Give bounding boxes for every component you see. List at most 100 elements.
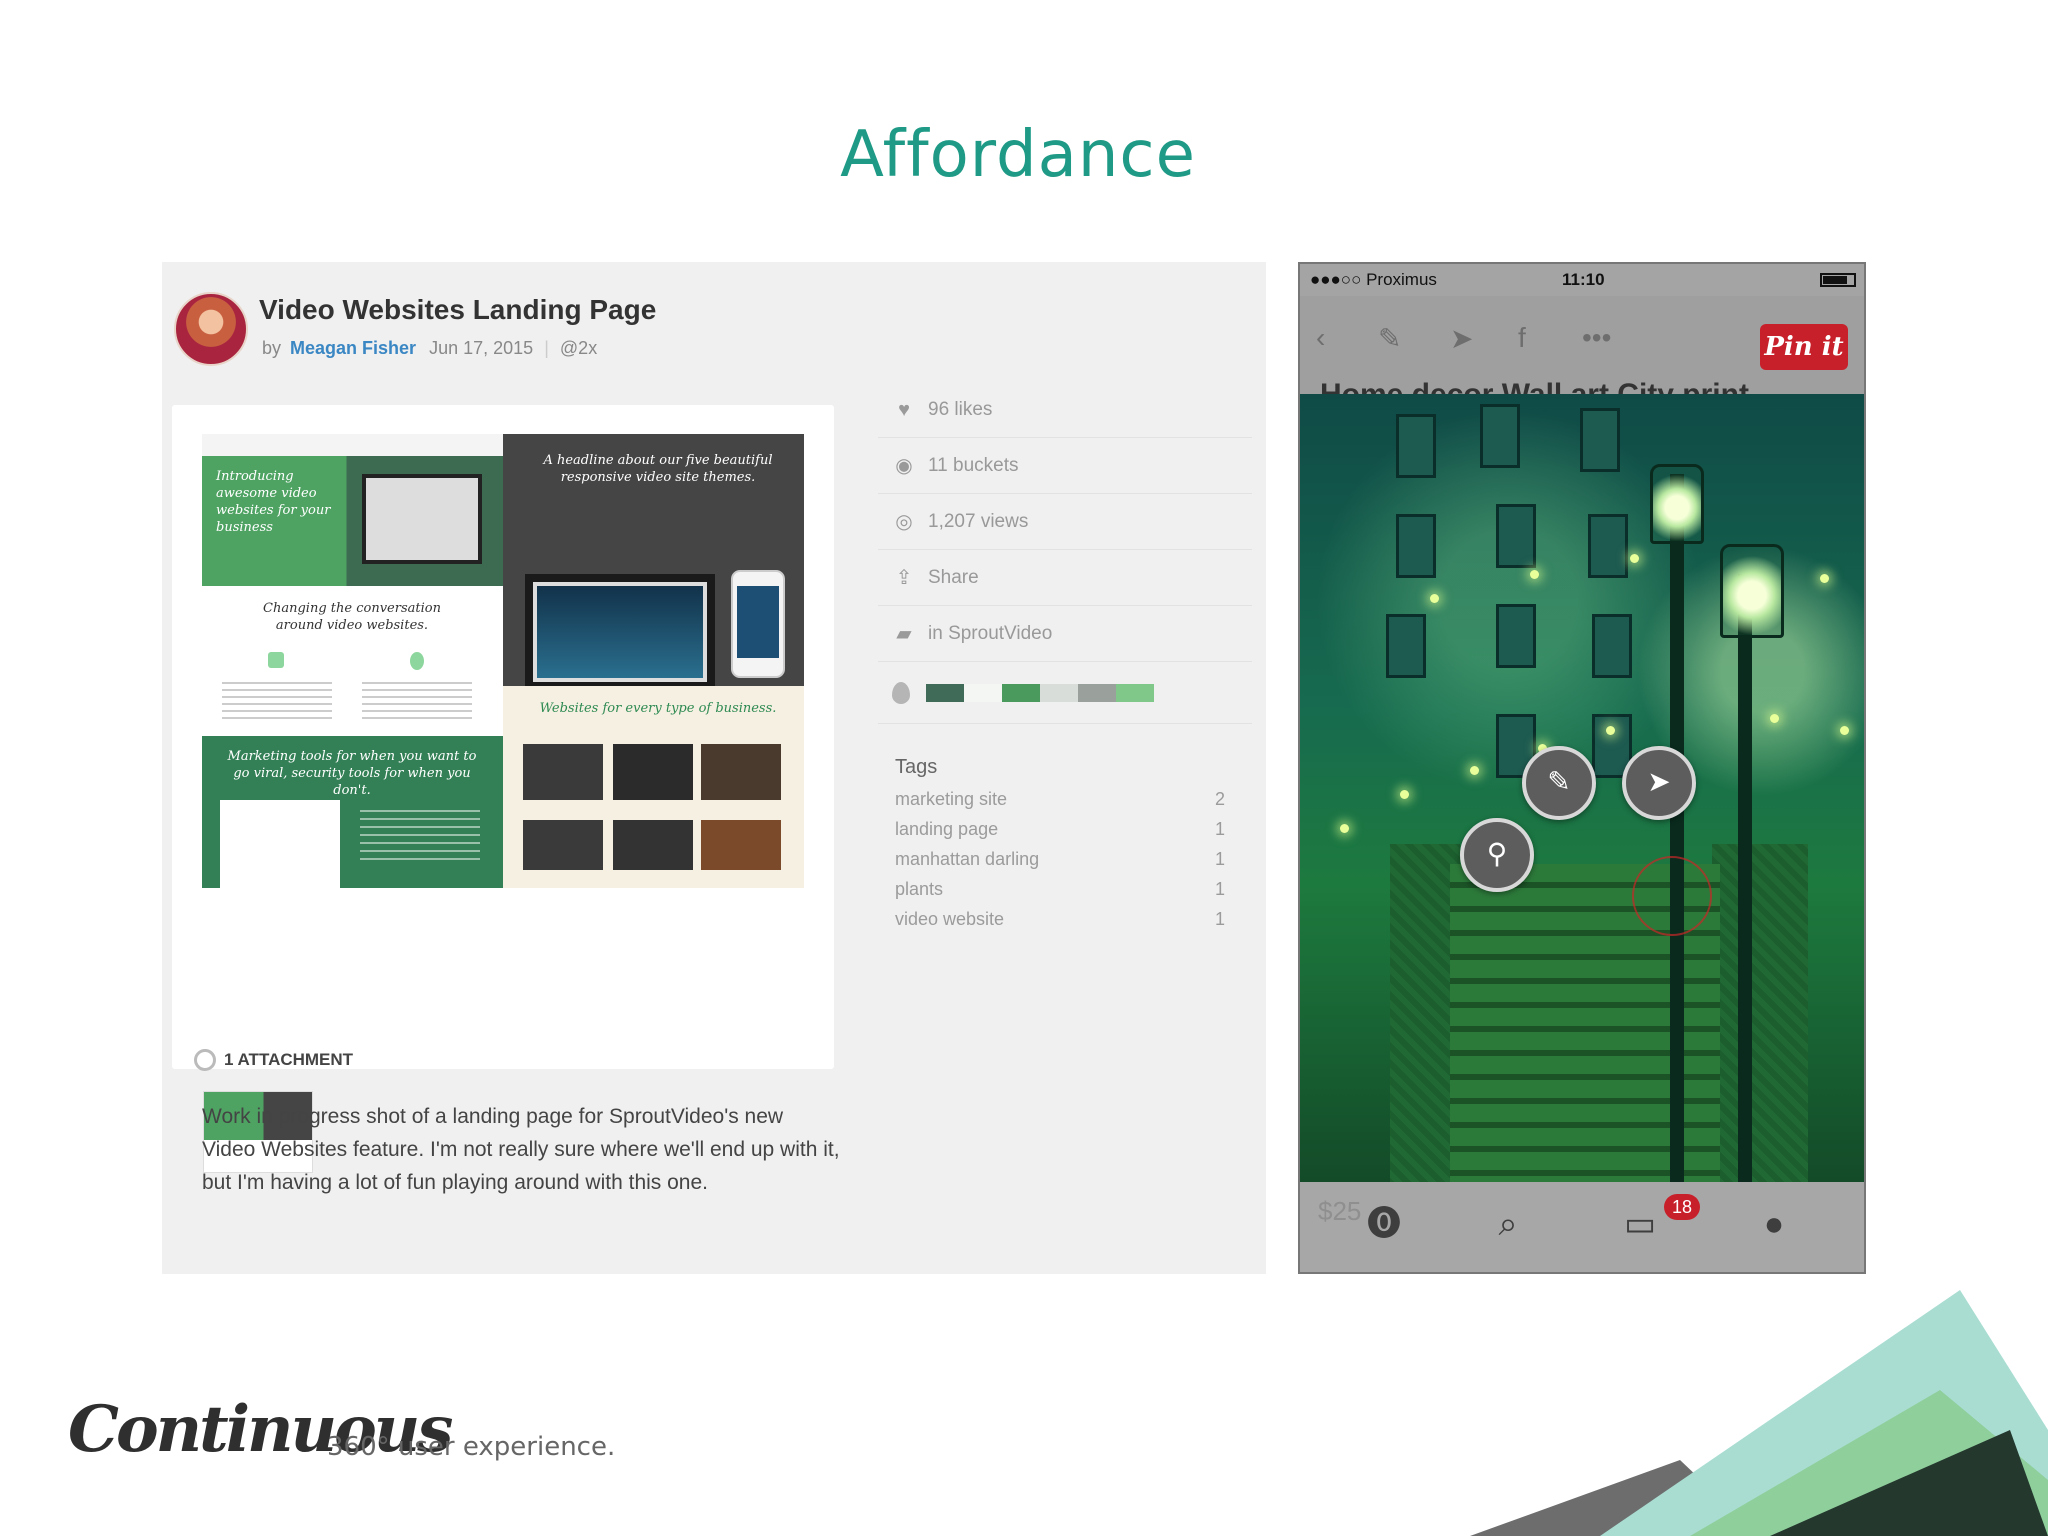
- tags-heading: Tags: [895, 756, 938, 778]
- pin-navbar: ‹ ✎ ➤ f ••• Pin it Home decor Wall art C…: [1300, 296, 1864, 410]
- back-icon[interactable]: ‹: [1316, 322, 1325, 354]
- tag-name[interactable]: landing page: [895, 819, 998, 849]
- pushpin-icon: ⚲: [1486, 838, 1508, 869]
- mockup-screen: [362, 474, 482, 564]
- window: [1496, 604, 1536, 668]
- pin-image[interactable]: ✎ ➤ ⚲: [1300, 394, 1864, 1186]
- string-light: [1840, 726, 1849, 735]
- footer-tagline: 360° user experience.: [327, 1432, 616, 1462]
- mockup-body-text: [360, 810, 480, 860]
- mockup-topbar: [202, 434, 503, 456]
- stat-likes[interactable]: ♥ 96 likes: [878, 382, 1252, 438]
- tag-item[interactable]: landing page 1: [895, 819, 1225, 849]
- more-icon[interactable]: •••: [1582, 322, 1611, 354]
- mockup-hero-text: Introducing awesome video websites for y…: [216, 469, 331, 535]
- theme-tile: [523, 820, 603, 870]
- lamp-post: [1670, 474, 1684, 1186]
- author-link[interactable]: Meagan Fisher: [290, 338, 416, 358]
- mockup-body-text: [222, 682, 332, 722]
- color-drop-icon: [892, 681, 910, 704]
- carrier-label: ●●●○○ Proximus: [1310, 270, 1437, 289]
- shot-card: Introducing awesome video websites for y…: [172, 405, 834, 1173]
- tag-item[interactable]: plants 1: [895, 879, 1225, 909]
- leaf-icon: [268, 652, 284, 668]
- messages-icon[interactable]: ▭: [1616, 1200, 1664, 1248]
- mockup-body-text: [362, 682, 472, 722]
- tag-name[interactable]: manhattan darling: [895, 849, 1039, 879]
- tag-item[interactable]: video website 1: [895, 909, 1225, 939]
- profile-icon[interactable]: ●: [1750, 1200, 1798, 1248]
- touch-point-indicator: [1632, 856, 1712, 936]
- shot-description: Work in progress shot of a landing page …: [202, 1105, 840, 1194]
- mockup-devices-section: A headline about our five beautiful resp…: [503, 434, 804, 686]
- theme-tile: [523, 744, 603, 800]
- tag-name[interactable]: marketing site: [895, 789, 1007, 819]
- bucket-icon: ◉: [895, 454, 913, 477]
- color-swatch[interactable]: [926, 683, 964, 702]
- facebook-icon[interactable]: f: [1518, 322, 1526, 354]
- avatar[interactable]: [174, 292, 248, 366]
- search-icon[interactable]: ⌕: [1484, 1200, 1532, 1248]
- mockup-changing-text: Changing the conversation around video w…: [263, 601, 441, 633]
- mountain-decoration: [1470, 1290, 2048, 1536]
- window: [1480, 404, 1520, 468]
- pin-it-button[interactable]: Pin it: [1760, 324, 1848, 370]
- mockup-marketing-section: Marketing tools for when you want to go …: [202, 736, 503, 888]
- color-swatch[interactable]: [964, 683, 1002, 702]
- color-swatch[interactable]: [1002, 683, 1040, 702]
- window: [1396, 414, 1436, 478]
- color-swatch[interactable]: [1040, 683, 1078, 702]
- mockup-features-section: Changing the conversation around video w…: [202, 586, 503, 736]
- slide: Affordance Video Websites Landing Page b…: [0, 0, 2048, 1536]
- edit-icon[interactable]: ✎: [1378, 322, 1401, 355]
- tag-item[interactable]: manhattan darling 1: [895, 849, 1225, 879]
- tag-count: 1: [1214, 819, 1225, 839]
- stat-label: Share: [928, 566, 979, 588]
- tag-name[interactable]: plants: [895, 879, 943, 909]
- stat-team[interactable]: ▰ in SproutVideo: [878, 606, 1252, 662]
- tag-item[interactable]: marketing site 2: [895, 789, 1225, 819]
- pinterest-home-icon[interactable]: ⓿: [1360, 1200, 1408, 1248]
- shot-title: Video Websites Landing Page: [259, 294, 657, 325]
- pinterest-phone-screenshot: ●●●○○ Proximus 11:10 ‹ ✎ ➤ f ••• Pin it …: [1298, 262, 1866, 1274]
- shot-image[interactable]: Introducing awesome video websites for y…: [202, 434, 804, 888]
- eye-icon: ◎: [895, 510, 913, 533]
- street-lamp: [1720, 544, 1784, 638]
- send-icon[interactable]: ➤: [1450, 322, 1473, 355]
- window: [1588, 514, 1628, 578]
- color-swatch[interactable]: [1078, 683, 1116, 702]
- stat-label: in SproutVideo: [928, 622, 1053, 644]
- stair-wall: [1712, 844, 1808, 1186]
- stat-label: 96 likes: [928, 398, 993, 420]
- string-light: [1340, 824, 1349, 833]
- mockup-form: [220, 800, 340, 888]
- shot-meta: by Meagan Fisher Jun 17, 2015 | @2x: [262, 338, 597, 359]
- send-pin-action[interactable]: ➤: [1622, 746, 1696, 820]
- paperclip-icon: [189, 1044, 221, 1076]
- window: [1592, 614, 1632, 678]
- tag-name[interactable]: video website: [895, 909, 1004, 939]
- send-icon: ➤: [1647, 766, 1671, 797]
- mockup-marketing-text: Marketing tools for when you want to go …: [227, 749, 477, 798]
- color-swatch[interactable]: [1116, 683, 1154, 702]
- edit-pin-action[interactable]: ✎: [1522, 746, 1596, 820]
- stat-views: ◎ 1,207 views: [878, 494, 1252, 550]
- share-icon: ⇪: [895, 566, 913, 589]
- stat-share[interactable]: ⇪ Share: [878, 550, 1252, 606]
- color-palette: [878, 662, 1252, 724]
- string-light: [1606, 726, 1615, 735]
- tags-list: marketing site 2 landing page 1 manhattan …: [895, 789, 1225, 939]
- mockup-laptop: [525, 574, 715, 686]
- stat-label: 1,207 views: [928, 510, 1029, 532]
- stat-buckets[interactable]: ◉ 11 buckets: [878, 438, 1252, 494]
- tag-count: 1: [1214, 909, 1225, 929]
- resolution-badge[interactable]: @2x: [560, 338, 597, 358]
- price-tag: $25: [1318, 1196, 1362, 1226]
- attachment-label: 1 ATTACHMENT: [224, 1050, 354, 1069]
- string-light: [1630, 554, 1639, 563]
- pin-it-action[interactable]: ⚲: [1460, 818, 1534, 892]
- string-light: [1770, 714, 1779, 723]
- theme-tile: [701, 744, 781, 800]
- tag-count: 1: [1214, 879, 1225, 899]
- tab-bar: $25 ⓿ ⌕ ▭ 18 ●: [1300, 1182, 1864, 1272]
